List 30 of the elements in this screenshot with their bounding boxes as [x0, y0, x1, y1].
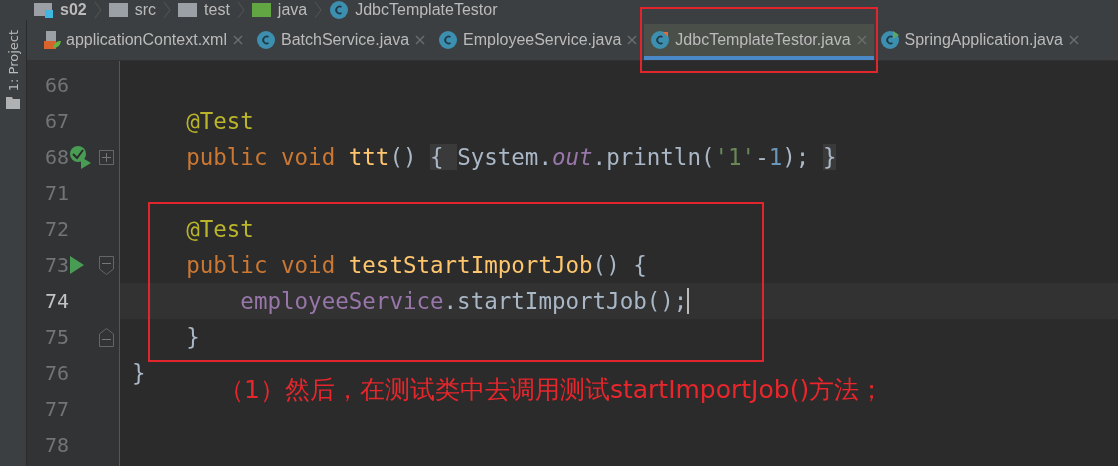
- code-line: public void testStartImportJob() {: [185, 252, 647, 278]
- line-number: 76: [43, 361, 69, 385]
- project-tool-tab[interactable]: 1: Project: [5, 30, 21, 92]
- code-line: @Test: [185, 216, 254, 242]
- line-number: 74: [43, 289, 69, 313]
- editor-tab[interactable]: applicationContext.xml: [37, 24, 250, 60]
- editor-tab[interactable]: SpringApplication.java: [873, 24, 1086, 60]
- breadcrumb-item[interactable]: JdbcTemplateTestor: [355, 1, 498, 19]
- line-number: 75: [43, 325, 69, 349]
- breadcrumb-item[interactable]: s02: [60, 1, 87, 19]
- breadcrumb-item[interactable]: test: [204, 1, 230, 19]
- line-number: 72: [43, 217, 69, 241]
- code-line: }: [185, 324, 200, 350]
- editor-tab[interactable]: EmployeeService.java: [432, 24, 645, 60]
- breadcrumb-item[interactable]: src: [134, 1, 157, 19]
- line-number: 78: [43, 433, 69, 457]
- line-number: 73: [43, 253, 69, 277]
- line-number: 66: [43, 73, 69, 97]
- editor-tab[interactable]: BatchService.java: [249, 24, 433, 60]
- code-line: }: [132, 360, 146, 386]
- code-line: @Test: [185, 108, 254, 134]
- annotation-text: （1）然后，在测试类中去调用测试startImportJob()方法；: [219, 374, 885, 406]
- line-number: 68: [43, 145, 69, 169]
- breadcrumb-item[interactable]: java: [277, 1, 308, 19]
- line-number: 77: [43, 397, 69, 421]
- code-line: public void ttt() { System.out.println('1'-1); }: [185, 144, 837, 170]
- code-line: employeeService.startImportJob();: [239, 288, 688, 314]
- line-number: 67: [43, 109, 69, 133]
- line-number: 71: [43, 181, 69, 205]
- editor-tab[interactable]: JdbcTemplateTestor.java: [644, 24, 874, 60]
